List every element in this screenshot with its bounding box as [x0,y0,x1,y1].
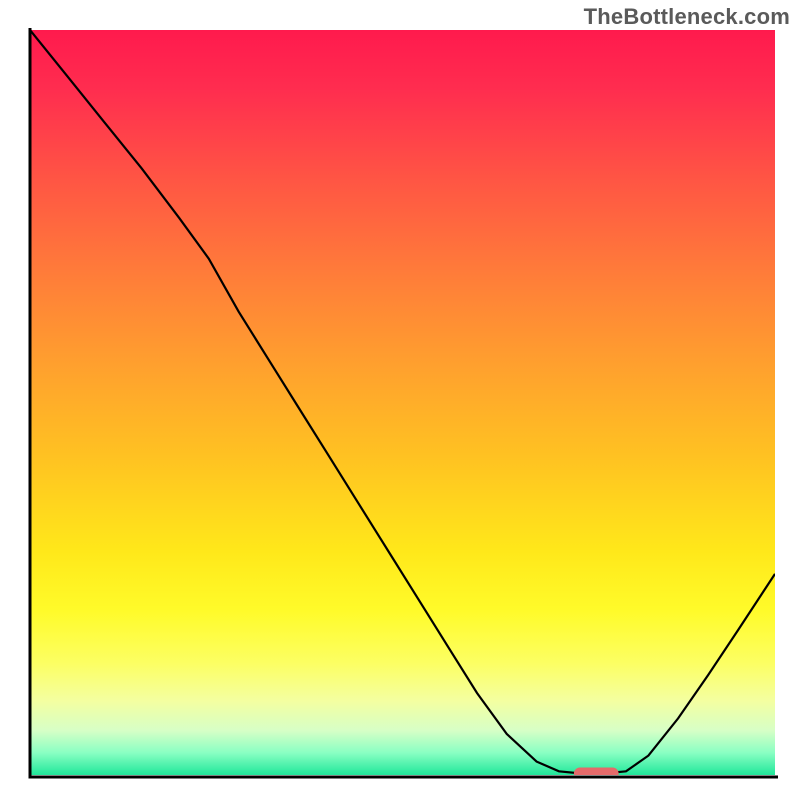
watermark-text: TheBottleneck.com [584,4,790,30]
chart-container: TheBottleneck.com [0,0,800,800]
curve-group [30,30,775,774]
optimal-marker [574,768,619,776]
plot-area [30,30,775,775]
bottleneck-curve [30,30,775,774]
chart-svg [30,30,775,775]
